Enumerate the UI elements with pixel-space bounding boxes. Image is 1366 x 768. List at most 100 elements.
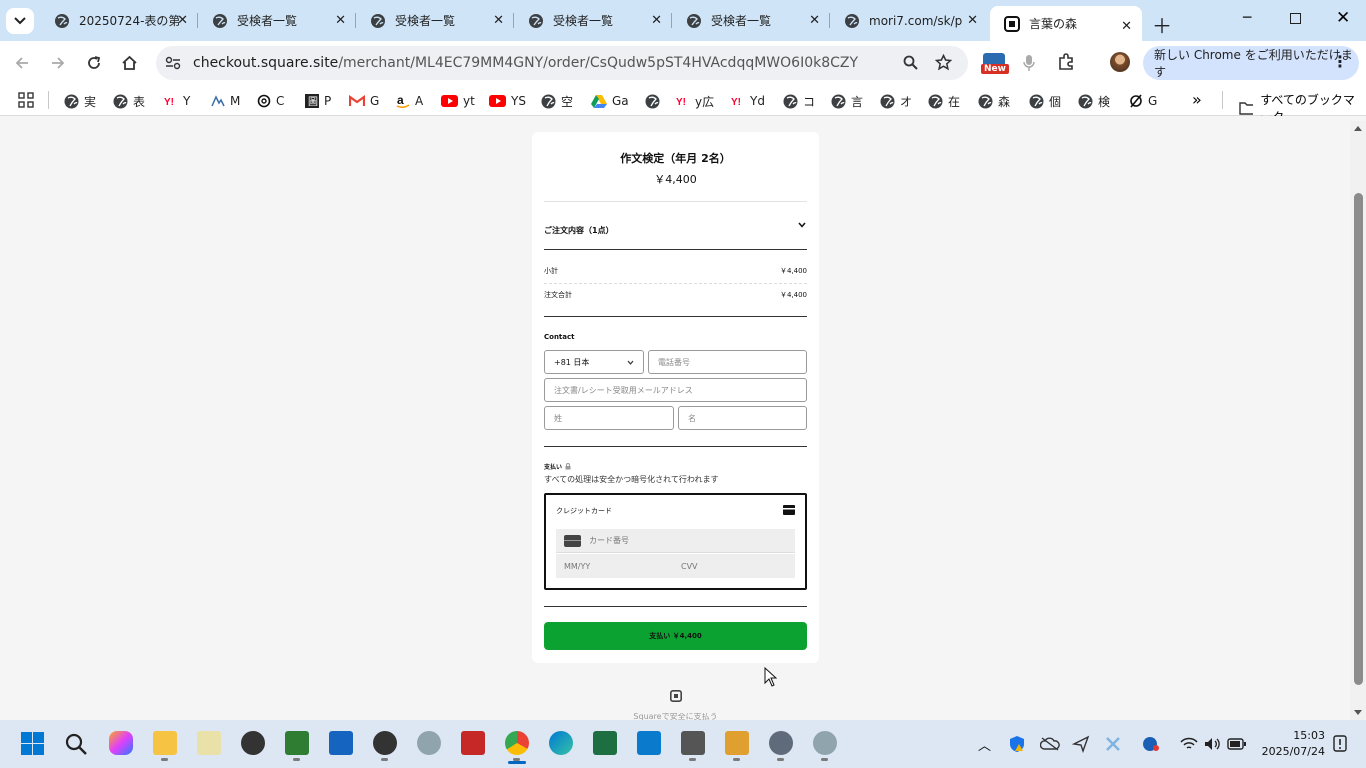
- kebab-menu-icon[interactable]: ⋮: [1332, 54, 1348, 70]
- bluetooth-cross-icon[interactable]: [1104, 735, 1122, 753]
- bookmark-13[interactable]: [645, 91, 665, 111]
- close-tab-icon[interactable]: ✕: [1121, 19, 1132, 34]
- bookmark-1[interactable]: 実: [64, 91, 96, 111]
- webcam-3-icon[interactable]: [812, 730, 838, 761]
- file-explorer-icon[interactable]: [152, 730, 178, 761]
- close-tab-icon[interactable]: ✕: [493, 13, 504, 28]
- tab-4[interactable]: 受検者一覧 ✕: [514, 0, 672, 41]
- forward-icon[interactable]: [50, 55, 66, 71]
- reload-icon[interactable]: [86, 55, 102, 71]
- address-bar[interactable]: checkout.square.site/merchant/ML4EC79MM4…: [156, 46, 968, 80]
- meet-icon[interactable]: [1142, 736, 1160, 752]
- bookmark-2[interactable]: 表: [113, 91, 145, 111]
- bookmark-16[interactable]: コ: [783, 91, 815, 111]
- close-tab-icon[interactable]: ✕: [967, 13, 978, 28]
- tab-5[interactable]: 受検者一覧 ✕: [672, 0, 830, 41]
- notification-icon[interactable]: [1333, 735, 1347, 752]
- tab-6[interactable]: mori7.com/sk/p ✕: [830, 0, 988, 41]
- filezilla-icon[interactable]: [460, 730, 486, 756]
- notepad-app-icon[interactable]: [724, 730, 750, 761]
- more-bookmarks-button[interactable]: »: [1192, 90, 1202, 109]
- first-name-input[interactable]: 名: [678, 406, 807, 430]
- volume-icon[interactable]: [1203, 736, 1221, 752]
- t-app-icon[interactable]: [196, 730, 222, 756]
- battery-icon[interactable]: [1227, 737, 1247, 751]
- phone-input[interactable]: 電話番号: [648, 350, 807, 374]
- scrollbar-thumb[interactable]: [1354, 193, 1363, 685]
- new-tab-button[interactable]: ＋: [1152, 10, 1172, 39]
- bookmark-9[interactable]: yt: [441, 91, 475, 111]
- bookmark-23[interactable]: G: [1129, 91, 1157, 111]
- tab-search-button[interactable]: [6, 8, 34, 34]
- site-info-icon[interactable]: [165, 56, 181, 70]
- bookmark-19[interactable]: 在: [928, 91, 960, 111]
- last-name-input[interactable]: 姓: [544, 406, 674, 430]
- tab-2[interactable]: 受検者一覧 ✕: [198, 0, 356, 41]
- extensions-puzzle-icon[interactable]: [1057, 53, 1075, 71]
- show-hidden-icons[interactable]: ︿: [978, 735, 991, 754]
- apps-grid-icon[interactable]: [18, 92, 34, 108]
- order-summary-toggle[interactable]: ご注文内容（1点）: [544, 218, 807, 235]
- tab-3[interactable]: 受検者一覧 ✕: [356, 0, 514, 41]
- bookmark-3[interactable]: Y! Y: [164, 91, 190, 111]
- pay-button[interactable]: 支払い ￥4,400: [544, 622, 807, 650]
- close-tab-icon[interactable]: ✕: [177, 13, 188, 28]
- close-tab-icon[interactable]: ✕: [335, 13, 346, 28]
- extension-new-icon[interactable]: New: [981, 53, 1009, 77]
- close-window-button[interactable]: ✕: [1336, 8, 1350, 28]
- clock-date[interactable]: 2025/07/24: [1255, 745, 1325, 758]
- cvv-input[interactable]: CVV: [673, 554, 795, 578]
- clock-time[interactable]: 15:03: [1270, 729, 1325, 742]
- send-icon[interactable]: [1072, 735, 1090, 753]
- onedrive-off-icon[interactable]: [1040, 737, 1060, 751]
- security-shield-icon[interactable]: [1008, 735, 1026, 753]
- settings-gear-icon[interactable]: [768, 730, 794, 761]
- expiry-input[interactable]: MM/YY: [556, 554, 673, 578]
- bookmark-10[interactable]: YS: [489, 91, 526, 111]
- restore-button[interactable]: [1290, 13, 1301, 24]
- scoreboard-app-icon[interactable]: [284, 730, 310, 761]
- back-icon[interactable]: [14, 55, 30, 71]
- bookmark-4[interactable]: M: [211, 91, 240, 111]
- bookmark-6[interactable]: 圖P: [305, 91, 331, 111]
- bookmark-17[interactable]: 言: [831, 91, 863, 111]
- chrome-update-button[interactable]: 新しい Chrome をご利用いただけます ⋮: [1143, 46, 1359, 80]
- zoom-icon[interactable]: [903, 55, 919, 71]
- close-tab-icon[interactable]: ✕: [809, 13, 820, 28]
- minimize-button[interactable]: ─: [1243, 10, 1251, 26]
- photo-app-icon[interactable]: [328, 730, 354, 756]
- email-input[interactable]: 注文書/レシート受取用メールアドレス: [544, 378, 807, 402]
- bookmark-20[interactable]: 森: [978, 91, 1010, 111]
- bookmark-11[interactable]: 空: [541, 91, 573, 111]
- search-icon[interactable]: [65, 733, 88, 756]
- bookmark-5[interactable]: C: [257, 91, 284, 111]
- bookmark-7[interactable]: G: [349, 91, 379, 111]
- card-number-input[interactable]: カード番号: [556, 529, 795, 553]
- wifi-icon[interactable]: [1180, 737, 1198, 751]
- microphone-icon[interactable]: [1023, 54, 1035, 72]
- bookmark-22[interactable]: 検: [1078, 91, 1110, 111]
- tab-7[interactable]: 言葉の森 ✕: [990, 6, 1142, 41]
- chrome-icon[interactable]: [504, 730, 530, 761]
- camera-app-icon[interactable]: [240, 730, 266, 756]
- country-code-select[interactable]: +81 日本: [544, 350, 644, 374]
- bookmark-12[interactable]: Ga: [591, 91, 629, 111]
- webcam-app-icon[interactable]: [372, 730, 398, 761]
- vscode-icon[interactable]: [636, 730, 662, 756]
- copilot-icon[interactable]: [108, 730, 134, 756]
- security-lock-app-icon[interactable]: [680, 730, 706, 761]
- bookmark-18[interactable]: オ: [880, 91, 912, 111]
- bookmark-star-icon[interactable]: [935, 54, 952, 71]
- scroll-up-icon[interactable]: [1353, 124, 1363, 132]
- scroll-down-icon[interactable]: [1353, 709, 1363, 717]
- profile-avatar[interactable]: [1110, 52, 1130, 72]
- webcam-2-icon[interactable]: [416, 730, 442, 756]
- windows-start-icon[interactable]: [21, 732, 44, 755]
- bookmark-21[interactable]: 個: [1029, 91, 1061, 111]
- bookmark-14[interactable]: Y! y広: [676, 91, 714, 111]
- edge-icon[interactable]: [548, 730, 574, 756]
- home-icon[interactable]: [121, 55, 138, 71]
- bookmark-8[interactable]: aA: [396, 91, 423, 111]
- bookmark-15[interactable]: Y! Yd: [731, 91, 765, 111]
- tab-1[interactable]: 20250724-表の第 ✕: [40, 0, 198, 41]
